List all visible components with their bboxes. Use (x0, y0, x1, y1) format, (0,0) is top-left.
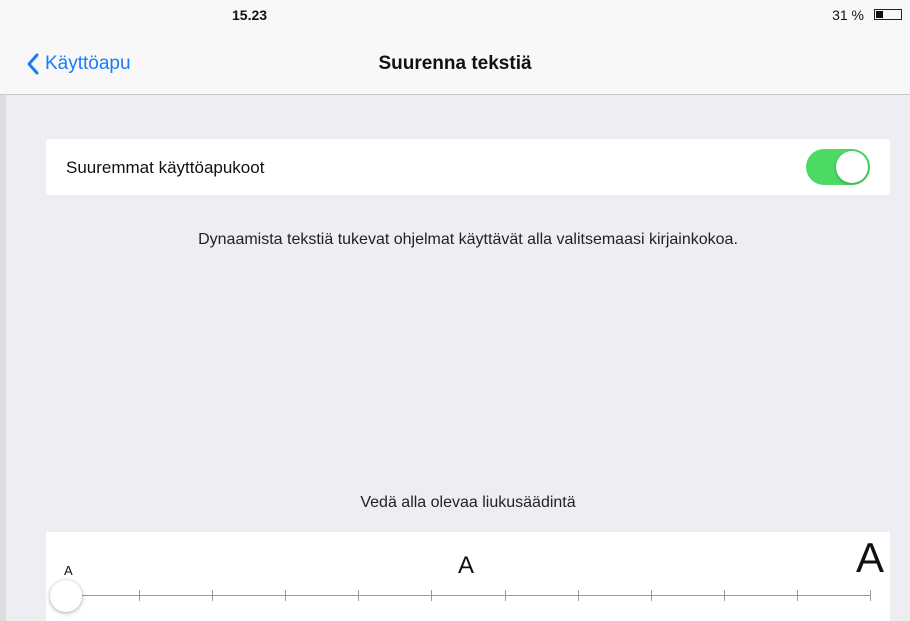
slider-tick (358, 590, 360, 601)
slider-tick (650, 590, 652, 601)
left-edge-strip (0, 95, 6, 621)
status-time: 15.23 (232, 7, 268, 23)
large-size-label: A (855, 534, 884, 581)
dynamic-text-description: Dynaamista tekstiä tukevat ohjelmat käyt… (198, 231, 738, 248)
larger-sizes-row: Suuremmat käyttöapukoot (46, 139, 890, 195)
slider-tick (139, 590, 141, 601)
page-title: Suurenna tekstiä (378, 53, 532, 74)
text-size-slider-panel: A A A (46, 532, 890, 621)
slider-tick (431, 590, 433, 601)
status-bar: 15.23 31 % (0, 0, 910, 32)
larger-sizes-label: Suuremmat käyttöapukoot (66, 158, 265, 177)
toggle-knob (836, 151, 868, 183)
medium-size-label: A (458, 552, 475, 579)
navigation-bar: Käyttöapu Suurenna tekstiä (0, 32, 910, 95)
slider-tick (212, 590, 214, 601)
slider-hint: Vedä alla olevaa liukusäädintä (360, 494, 576, 511)
slider-tick (285, 590, 287, 601)
larger-sizes-toggle[interactable] (806, 149, 870, 185)
small-size-label: A (64, 563, 73, 578)
slider-tick (577, 590, 579, 601)
slider-thumb[interactable] (50, 580, 82, 612)
slider-track[interactable] (66, 595, 870, 596)
slider-tick (796, 590, 798, 601)
slider-tick (504, 590, 506, 601)
slider-tick (870, 590, 871, 601)
battery-icon (874, 9, 902, 20)
battery-fill (876, 11, 883, 18)
battery-percentage: 31 % (832, 7, 864, 23)
slider-tick (723, 590, 725, 601)
